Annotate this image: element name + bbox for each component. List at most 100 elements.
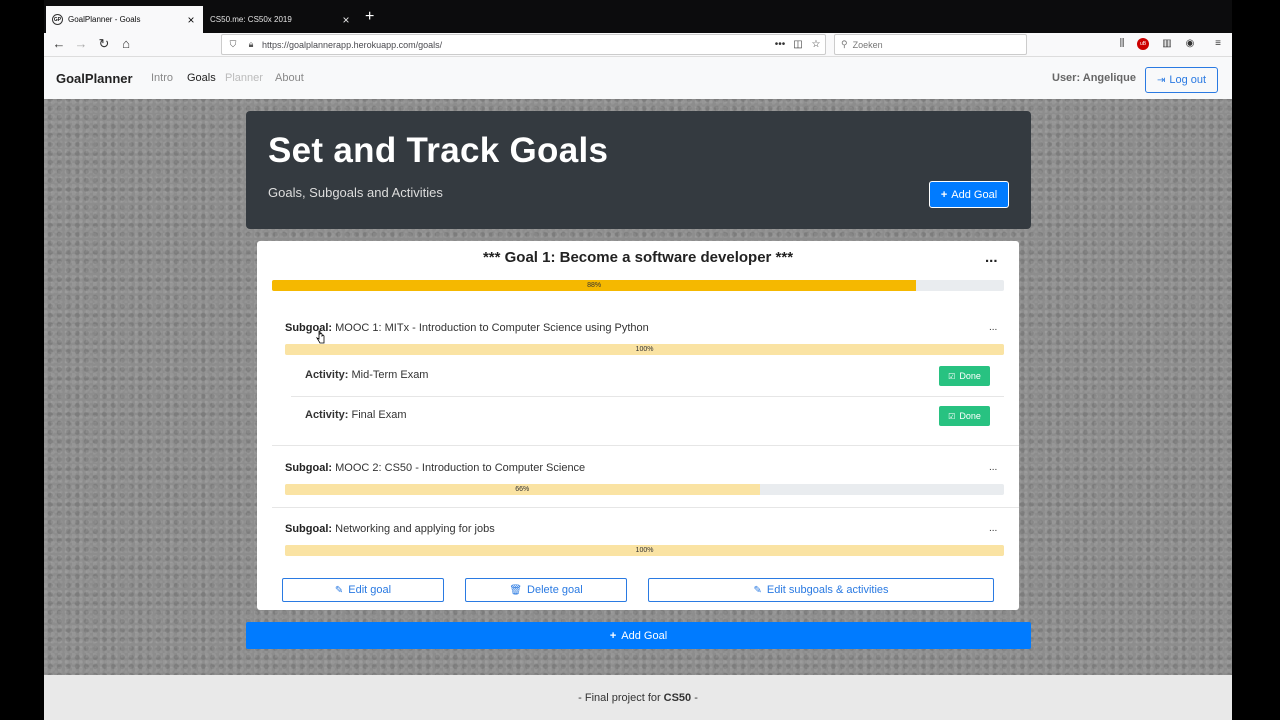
screen: GP GoalPlanner - Goals × CS50.me: CS50x …: [0, 0, 1280, 720]
goal-progress-bar: 88%: [272, 280, 1004, 291]
logout-button[interactable]: ⇥ Log out: [1145, 67, 1218, 93]
page-subtitle: Goals, Subgoals and Activities: [268, 185, 443, 200]
plus-icon: +: [940, 188, 948, 201]
account-icon[interactable]: ◉: [1182, 38, 1198, 49]
subgoal-progress-bar: 66%: [285, 484, 1004, 495]
sign-out-icon: ⇥: [1156, 74, 1166, 86]
subgoal-progress-fill: 100%: [285, 545, 1004, 556]
done-button[interactable]: ☑ Done: [939, 406, 990, 426]
trash-icon: 🗑︎: [509, 584, 523, 596]
subgoal-progress-bar: 100%: [285, 545, 1004, 556]
forward-icon[interactable]: →: [72, 36, 90, 51]
activity-item: Activity: Mid-Term Exam: [305, 369, 428, 381]
subgoal-progress-label: 100%: [635, 346, 654, 353]
check-square-icon: ☑: [948, 411, 956, 421]
logout-label: Log out: [1169, 74, 1207, 86]
goal-progress-fill: 88%: [272, 280, 917, 291]
home-icon[interactable]: ⌂: [117, 36, 135, 51]
new-tab-icon[interactable]: +: [365, 8, 374, 26]
menu-icon[interactable]: ≡: [1210, 38, 1226, 49]
add-goal-bottom-button[interactable]: + Add Goal: [246, 622, 1031, 649]
pencil-icon: ✎: [334, 584, 344, 596]
subgoal-title[interactable]: Subgoal: Networking and applying for job…: [285, 523, 495, 535]
subgoal-label: Subgoal:: [285, 523, 333, 535]
brand-logo[interactable]: GoalPlanner: [56, 71, 133, 86]
back-icon[interactable]: ←: [50, 36, 68, 51]
pocket-icon[interactable]: ◫: [789, 39, 807, 50]
tab-cs50[interactable]: CS50.me: CS50x 2019 ×: [204, 6, 358, 33]
edit-goal-button[interactable]: ✎ Edit goal: [282, 578, 444, 602]
divider: [291, 396, 1004, 397]
activity-item: Activity: Final Exam: [305, 409, 407, 421]
subgoal-menu-button[interactable]: ...: [989, 322, 997, 333]
plus-icon: +: [609, 629, 617, 642]
goal-menu-button[interactable]: ...: [985, 249, 998, 266]
edit-subgoals-label: Edit subgoals & activities: [766, 584, 889, 596]
subgoal-name: MOOC 1: MITx - Introduction to Computer …: [335, 322, 649, 334]
footer-prefix: - Final project for: [578, 691, 661, 704]
address-bar[interactable]: ⛉ 🔒︎ https://goalplannerapp.herokuapp.co…: [221, 34, 826, 55]
bookmark-star-icon[interactable]: ☆: [807, 39, 825, 50]
nav-planner[interactable]: Planner: [225, 72, 263, 84]
footer-course: CS50: [663, 691, 692, 704]
pencil-icon: ✎: [753, 584, 762, 596]
footer: - Final project for CS50 -: [44, 675, 1232, 720]
user-label: User: Angelique: [1052, 72, 1136, 84]
subgoal-progress-fill: 100%: [285, 344, 1004, 355]
browser-toolbar: ← → ↻ ⌂ ⛉ 🔒︎ https://goalplannerapp.hero…: [44, 33, 1232, 57]
sidebar-icon[interactable]: ▥: [1159, 38, 1175, 49]
subgoal-label: Subgoal:: [285, 462, 333, 474]
delete-goal-button[interactable]: 🗑︎ Delete goal: [465, 578, 627, 602]
goalplanner-favicon-icon: GP: [52, 14, 63, 25]
page-title: Set and Track Goals: [268, 131, 609, 170]
done-button[interactable]: ☑ Done: [939, 366, 990, 386]
subgoal-menu-button[interactable]: ...: [989, 462, 997, 473]
ublock-icon[interactable]: uB: [1137, 38, 1149, 50]
subgoal-title[interactable]: Subgoal: MOOC 2: CS50 - Introduction to …: [285, 462, 585, 474]
footer-suffix: -: [694, 691, 698, 704]
reload-icon[interactable]: ↻: [95, 36, 113, 52]
edit-subgoals-button[interactable]: ✎ Edit subgoals & activities: [648, 578, 994, 602]
browser-window: GP GoalPlanner - Goals × CS50.me: CS50x …: [44, 0, 1232, 720]
goal-progress-label: 88%: [587, 282, 602, 289]
jumbotron: Set and Track Goals Goals, Subgoals and …: [246, 111, 1031, 229]
delete-goal-label: Delete goal: [527, 584, 583, 596]
done-label: Done: [959, 411, 981, 421]
mouse-cursor-icon: [316, 330, 325, 344]
library-icon[interactable]: ⫼: [1114, 38, 1130, 49]
site-navbar: GoalPlanner Intro Goals Planner About Us…: [44, 58, 1232, 99]
tab-title: CS50.me: CS50x 2019: [210, 15, 292, 24]
nav-goals[interactable]: Goals: [187, 72, 216, 84]
tab-strip: GP GoalPlanner - Goals × CS50.me: CS50x …: [44, 0, 1232, 33]
subgoal-name: MOOC 2: CS50 - Introduction to Computer …: [335, 462, 586, 474]
page: GoalPlanner Intro Goals Planner About Us…: [44, 58, 1232, 720]
shield-icon[interactable]: ⛉: [226, 39, 240, 50]
close-tab-icon[interactable]: ×: [340, 13, 352, 27]
tab-goalplanner[interactable]: GP GoalPlanner - Goals ×: [46, 6, 203, 33]
edit-goal-label: Edit goal: [348, 584, 392, 596]
add-goal-button[interactable]: + Add Goal: [929, 181, 1009, 208]
done-label: Done: [959, 371, 981, 381]
tab-title: GoalPlanner - Goals: [68, 15, 141, 24]
close-tab-icon[interactable]: ×: [185, 13, 197, 27]
add-goal-label: Add Goal: [951, 188, 998, 201]
nav-intro[interactable]: Intro: [151, 72, 173, 84]
subgoal-menu-button[interactable]: ...: [989, 523, 997, 534]
lock-icon[interactable]: 🔒︎: [244, 39, 258, 50]
add-goal-bottom-label: Add Goal: [621, 629, 668, 642]
divider: [272, 445, 1019, 446]
subgoal-progress-fill: 66%: [285, 484, 760, 495]
divider: [272, 507, 1019, 508]
activity-label: Activity:: [305, 409, 349, 421]
activity-label: Activity:: [305, 369, 349, 381]
subgoal-title[interactable]: Subgoal: MOOC 1: MITx - Introduction to …: [285, 322, 649, 334]
search-input[interactable]: ⚲ Zoeken: [834, 34, 1027, 55]
nav-about[interactable]: About: [275, 72, 304, 84]
search-icon: ⚲: [841, 39, 848, 49]
check-square-icon: ☑: [948, 371, 956, 381]
subgoal-progress-bar: 100%: [285, 344, 1004, 355]
page-actions-icon[interactable]: •••: [771, 39, 789, 50]
goal-title: *** Goal 1: Become a software developer …: [482, 249, 794, 266]
activity-name: Final Exam: [351, 409, 407, 421]
activity-name: Mid-Term Exam: [351, 369, 429, 381]
